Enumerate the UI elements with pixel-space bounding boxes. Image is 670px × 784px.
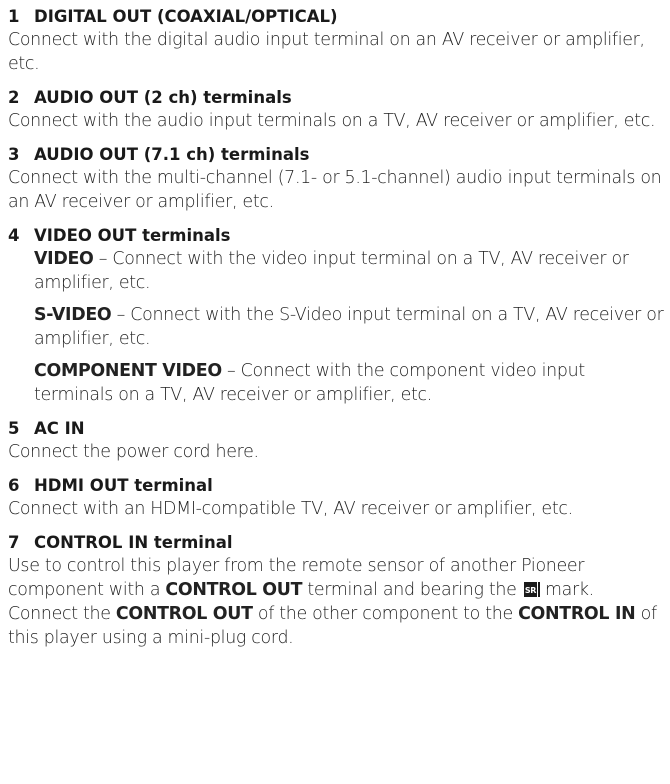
item-number: 5 <box>8 419 20 438</box>
text-emphasis: CONTROL IN <box>518 604 636 624</box>
item-7: 7 CONTROL IN terminal Use to control this… <box>8 532 668 650</box>
subitem-text: – Connect with the S-Video input termina… <box>34 305 664 349</box>
text-emphasis: CONTROL OUT <box>165 580 303 600</box>
subitem-label: COMPONENT VIDEO <box>34 361 222 381</box>
item-title: DIGITAL OUT (COAXIAL/OPTICAL) <box>34 7 338 26</box>
item-description: Use to control this player from the remo… <box>8 554 668 650</box>
sr-logo-icon: SR <box>523 582 540 597</box>
item-heading: 6 HDMI OUT terminal <box>8 475 668 497</box>
item-heading: 1 DIGITAL OUT (COAXIAL/OPTICAL) <box>8 6 668 28</box>
subitem-component-video: COMPONENT VIDEO – Connect with the compo… <box>8 359 668 407</box>
item-heading: 5 AC IN <box>8 418 668 440</box>
item-number: 3 <box>8 145 20 164</box>
item-title: VIDEO OUT terminals <box>34 226 231 245</box>
item-description: Connect with the digital audio input ter… <box>8 30 645 74</box>
svg-text:SR: SR <box>525 586 536 595</box>
item-4: 4 VIDEO OUT terminals VIDEO – Connect wit… <box>8 225 668 407</box>
item-description: Connect with an HDMI-compatible TV, AV r… <box>8 499 573 519</box>
item-title: HDMI OUT terminal <box>34 476 213 495</box>
item-number: 7 <box>8 533 20 552</box>
item-number: 1 <box>8 7 20 26</box>
item-heading: 3 AUDIO OUT (7.1 ch) terminals <box>8 144 668 166</box>
item-number: 6 <box>8 476 20 495</box>
subitem-text: – Connect with the video input terminal … <box>34 249 629 293</box>
item-title: AC IN <box>34 419 85 438</box>
item-3: 3 AUDIO OUT (7.1 ch) terminals Connect wi… <box>8 144 668 214</box>
item-6: 6 HDMI OUT terminal Connect with an HDMI-… <box>8 475 668 521</box>
item-number: 4 <box>8 226 20 245</box>
subitem-s-video: S-VIDEO – Connect with the S-Video input… <box>8 303 668 351</box>
item-heading: 4 VIDEO OUT terminals <box>8 225 668 247</box>
item-number: 2 <box>8 88 20 107</box>
item-description: Connect the power cord here. <box>8 442 259 462</box>
text-part: of the other component to the <box>252 604 519 624</box>
item-5: 5 AC IN Connect the power cord here. <box>8 418 668 464</box>
item-title: CONTROL IN terminal <box>34 533 233 552</box>
terminal-descriptions: 1 DIGITAL OUT (COAXIAL/OPTICAL) Connect w… <box>8 6 668 661</box>
item-1: 1 DIGITAL OUT (COAXIAL/OPTICAL) Connect w… <box>8 6 668 76</box>
text-emphasis: CONTROL OUT <box>115 604 253 624</box>
item-2: 2 AUDIO OUT (2 ch) terminals Connect with… <box>8 87 668 133</box>
item-title: AUDIO OUT (2 ch) terminals <box>34 88 292 107</box>
subitem-label: VIDEO <box>34 249 94 269</box>
item-description: Connect with the multi-channel (7.1- or … <box>8 168 662 212</box>
item-heading: 2 AUDIO OUT (2 ch) terminals <box>8 87 668 109</box>
item-description: Connect with the audio input terminals o… <box>8 111 656 131</box>
subitem-label: S-VIDEO <box>34 305 112 325</box>
item-title: AUDIO OUT (7.1 ch) terminals <box>34 145 310 164</box>
item-heading: 7 CONTROL IN terminal <box>8 532 668 554</box>
subitem-video: VIDEO – Connect with the video input ter… <box>8 247 668 295</box>
text-part: terminal and bearing the <box>302 580 522 600</box>
